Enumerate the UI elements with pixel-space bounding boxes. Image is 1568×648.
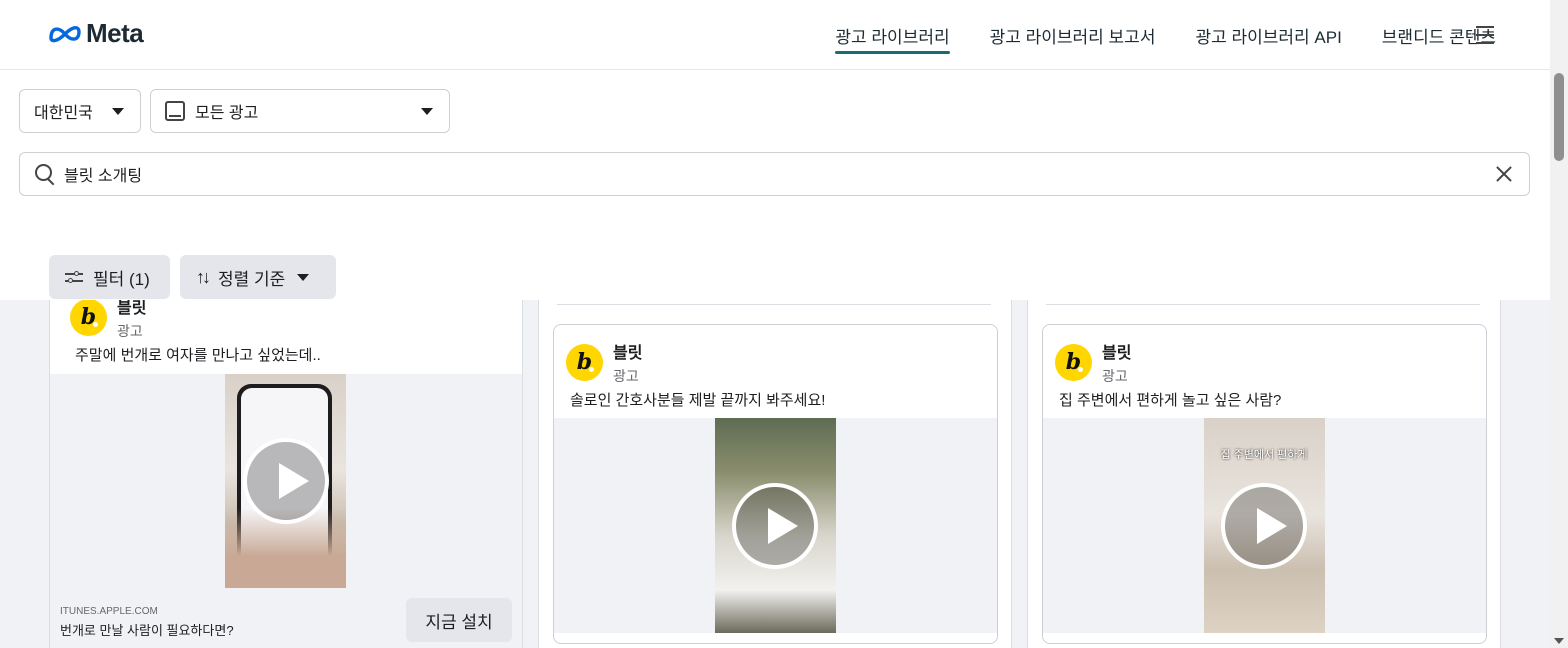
ad-results: b 블릿 광고 주말에 번개로 여자를 만나고 싶었는데.. ITUNES.AP… <box>0 300 1550 648</box>
nav-ad-library[interactable]: 광고 라이브러리 <box>835 0 950 70</box>
sliders-icon <box>65 270 83 284</box>
ad-type-label: 광고 <box>1102 368 1128 384</box>
ad-card: b 블릿 광고 주말에 번개로 여자를 만나고 싶었는데.. ITUNES.AP… <box>50 300 522 648</box>
top-navigation: Meta 광고 라이브러리 광고 라이브러리 보고서 광고 라이브러리 API … <box>0 0 1550 70</box>
advertiser-name[interactable]: 블릿 <box>1102 339 1131 363</box>
meta-infinity-icon <box>49 25 81 42</box>
chevron-down-icon <box>297 273 310 281</box>
ad-type-label: 광고 <box>613 368 639 384</box>
nav-links: 광고 라이브러리 광고 라이브러리 보고서 광고 라이브러리 API 브랜디드 … <box>795 0 1496 70</box>
advertiser-avatar[interactable]: b <box>70 300 107 336</box>
search-input[interactable]: 블릿 소개팅 <box>19 152 1530 196</box>
play-icon[interactable] <box>242 438 329 524</box>
play-icon[interactable] <box>732 482 818 569</box>
ad-body-text: 집 주변에서 편하게 놀고 싶은 사람? <box>1059 392 1282 409</box>
ad-card: b 블릿 광고 집 주변에서 편하게 놀고 싶은 사람? 집 주변에서 편하게 <box>1042 324 1487 644</box>
chevron-down-icon <box>421 108 433 115</box>
sort-arrows-icon: ↑↓ <box>196 266 211 287</box>
ad-media <box>554 418 997 633</box>
meta-logo-text: Meta <box>86 18 144 48</box>
ad-video[interactable]: 집 주변에서 편하게 <box>1203 418 1325 633</box>
chevron-down-icon <box>112 108 124 115</box>
ad-category-value: 모든 광고 <box>195 105 259 122</box>
video-overlay-text: 집 주변에서 편하게 <box>1220 449 1308 461</box>
filter-button-label: 필터 (1) <box>93 269 150 289</box>
cta-caption: 번개로 만날 사람이 필요하다면? <box>60 623 234 638</box>
nav-ad-library-api[interactable]: 광고 라이브러리 API <box>1195 0 1341 70</box>
scroll-down-arrow-icon[interactable] <box>1554 638 1564 644</box>
ad-type-label: 광고 <box>117 323 143 339</box>
sort-button-label: 정렬 기준 <box>218 269 286 289</box>
hamburger-menu-icon[interactable] <box>1476 26 1494 44</box>
country-select[interactable]: 대한민국 <box>19 89 141 133</box>
search-controls: 대한민국 모든 광고 블릿 소개팅 <box>0 70 1550 216</box>
search-input-value[interactable]: 블릿 소개팅 <box>64 162 142 186</box>
ad-column: b 블릿 광고 솔로인 간호사분들 제발 끝까지 봐주세요! <box>538 300 1012 648</box>
ad-header: b 블릿 광고 <box>1055 339 1131 386</box>
advertiser-avatar[interactable]: b <box>1055 344 1092 381</box>
advertiser-avatar[interactable]: b <box>566 344 603 381</box>
ad-media <box>50 374 522 588</box>
filter-bar: 필터 (1) ↑↓ 정렬 기준 <box>0 216 1550 300</box>
filter-button[interactable]: 필터 (1) <box>49 255 170 299</box>
nav-ad-library-report[interactable]: 광고 라이브러리 보고서 <box>990 0 1156 70</box>
ad-video[interactable] <box>225 374 346 588</box>
divider <box>1046 304 1480 305</box>
ad-media: 집 주변에서 편하게 <box>1043 418 1486 633</box>
close-icon[interactable] <box>1493 163 1515 185</box>
divider <box>557 304 991 305</box>
advertiser-name[interactable]: 블릿 <box>613 339 642 363</box>
play-icon[interactable] <box>1221 482 1307 569</box>
country-select-value: 대한민국 <box>34 105 93 122</box>
ad-category-select[interactable]: 모든 광고 <box>150 89 450 133</box>
cta-domain: ITUNES.APPLE.COM <box>60 606 158 617</box>
page-scrollbar[interactable] <box>1550 0 1568 648</box>
tablet-icon <box>165 101 185 121</box>
ad-column: b 블릿 광고 주말에 번개로 여자를 만나고 싶었는데.. ITUNES.AP… <box>49 300 523 648</box>
meta-logo[interactable]: Meta <box>48 18 144 49</box>
ad-header: b 블릿 광고 <box>566 339 642 386</box>
scrollbar-thumb[interactable] <box>1554 73 1564 161</box>
advertiser-name[interactable]: 블릿 <box>117 300 146 318</box>
ad-video[interactable] <box>714 418 836 633</box>
ad-body-text: 주말에 번개로 여자를 만나고 싶었는데.. <box>75 347 321 364</box>
ad-body-text: 솔로인 간호사분들 제발 끝까지 봐주세요! <box>570 392 826 409</box>
search-icon <box>34 163 56 185</box>
ad-header: b 블릿 광고 <box>70 300 146 341</box>
install-now-button[interactable]: 지금 설치 <box>406 598 512 642</box>
ad-column: b 블릿 광고 집 주변에서 편하게 놀고 싶은 사람? 집 주변에서 편하게 <box>1027 300 1501 648</box>
ad-card: b 블릿 광고 솔로인 간호사분들 제발 끝까지 봐주세요! <box>553 324 998 644</box>
ad-cta-row: ITUNES.APPLE.COM 번개로 만날 사람이 필요하다면? 지금 설치 <box>50 588 522 648</box>
sort-button[interactable]: ↑↓ 정렬 기준 <box>180 255 336 299</box>
